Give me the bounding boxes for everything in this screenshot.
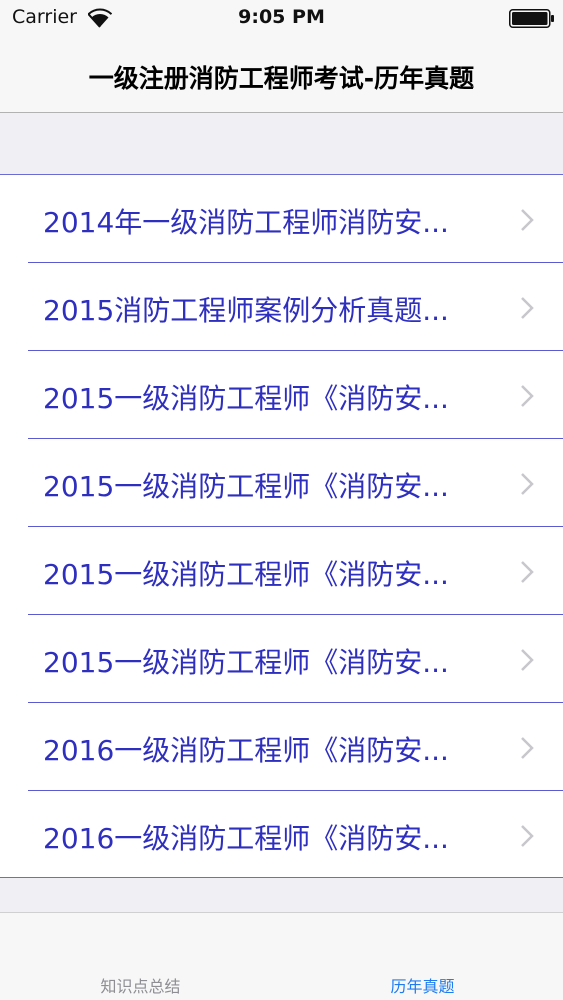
chevron-right-icon [521, 649, 534, 671]
battery-icon [509, 9, 554, 28]
tab-past-exams[interactable]: 历年真题 [282, 913, 563, 1000]
page-title: 一级注册消防工程师考试-历年真题 [88, 64, 475, 93]
exam-list: 2014年一级消防工程师消防安... 2015消防工程师案例分析真题... 20… [0, 174, 563, 878]
list-item-label: 2015一级消防工程师《消防安... [43, 558, 449, 591]
list-item[interactable]: 2015一级消防工程师《消防安... [0, 351, 563, 439]
status-bar: Carrier 9:05 PM [0, 0, 563, 38]
list-item[interactable]: 2015一级消防工程师《消防安... [0, 527, 563, 615]
list-item[interactable]: 2015一级消防工程师《消防安... [0, 615, 563, 703]
list-item[interactable]: 2016一级消防工程师《消防安... [0, 703, 563, 791]
list-item[interactable]: 2015一级消防工程师《消防安... [0, 439, 563, 527]
list-item[interactable]: 2015消防工程师案例分析真题... [0, 263, 563, 351]
list-item-label: 2015一级消防工程师《消防安... [43, 382, 449, 415]
list-item-label: 2015一级消防工程师《消防安... [43, 470, 449, 503]
tab-label: 历年真题 [390, 977, 455, 996]
tab-bar: 知识点总结 历年真题 [0, 912, 563, 1000]
chevron-right-icon [521, 297, 534, 319]
status-time: 9:05 PM [238, 6, 325, 28]
navigation-bar: 一级注册消防工程师考试-历年真题 [0, 38, 563, 113]
list-item-label: 2016一级消防工程师《消防安... [43, 822, 449, 855]
chevron-right-icon [521, 825, 534, 847]
list-item-label: 2016一级消防工程师《消防安... [43, 734, 449, 767]
chevron-right-icon [521, 737, 534, 759]
list-item-label: 2014年一级消防工程师消防安... [43, 206, 449, 239]
chevron-right-icon [521, 561, 534, 583]
list-item[interactable]: 2016一级消防工程师《消防安... [0, 791, 563, 879]
chevron-right-icon [521, 473, 534, 495]
list-item-label: 2015一级消防工程师《消防安... [43, 646, 449, 679]
tab-label: 知识点总结 [100, 977, 181, 996]
list-item[interactable]: 2014年一级消防工程师消防安... [0, 175, 563, 263]
chevron-right-icon [521, 209, 534, 231]
chevron-right-icon [521, 385, 534, 407]
tab-knowledge-summary[interactable]: 知识点总结 [0, 913, 281, 1000]
list-item-label: 2015消防工程师案例分析真题... [43, 294, 449, 327]
